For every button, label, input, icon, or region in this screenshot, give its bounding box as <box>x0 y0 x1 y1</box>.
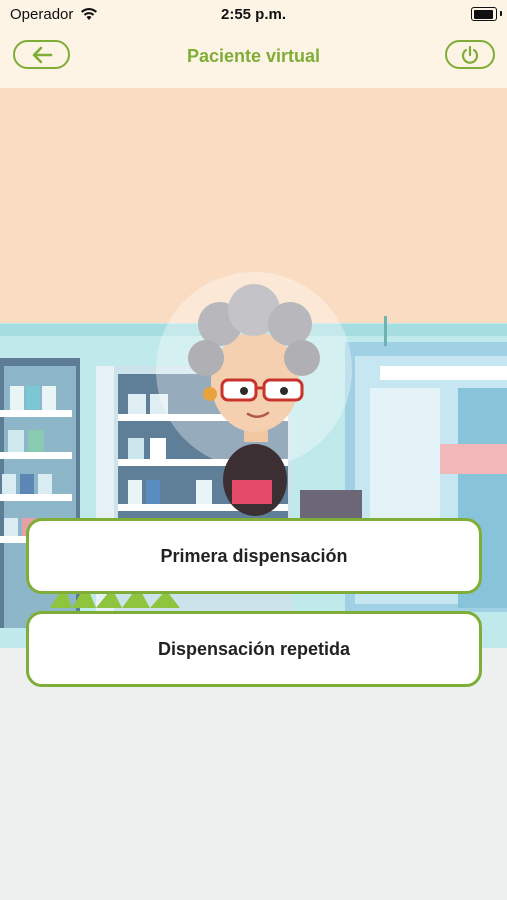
status-bar: Operador 2:55 p.m. <box>0 0 507 30</box>
power-icon <box>461 45 479 64</box>
first-dispensation-button[interactable]: Primera dispensación <box>26 518 482 594</box>
page-title: Paciente virtual <box>186 46 321 66</box>
repeat-dispensation-label: Dispensación repetida <box>157 638 351 659</box>
status-time: 2:55 p.m. <box>220 6 287 23</box>
top-bar: Paciente virtual <box>0 30 507 88</box>
battery-icon <box>471 7 497 21</box>
first-dispensation-label: Primera dispensación <box>160 545 348 566</box>
repeat-dispensation-button[interactable]: Dispensación repetida <box>26 611 482 687</box>
power-button[interactable] <box>445 40 495 69</box>
battery-tip <box>500 11 502 16</box>
